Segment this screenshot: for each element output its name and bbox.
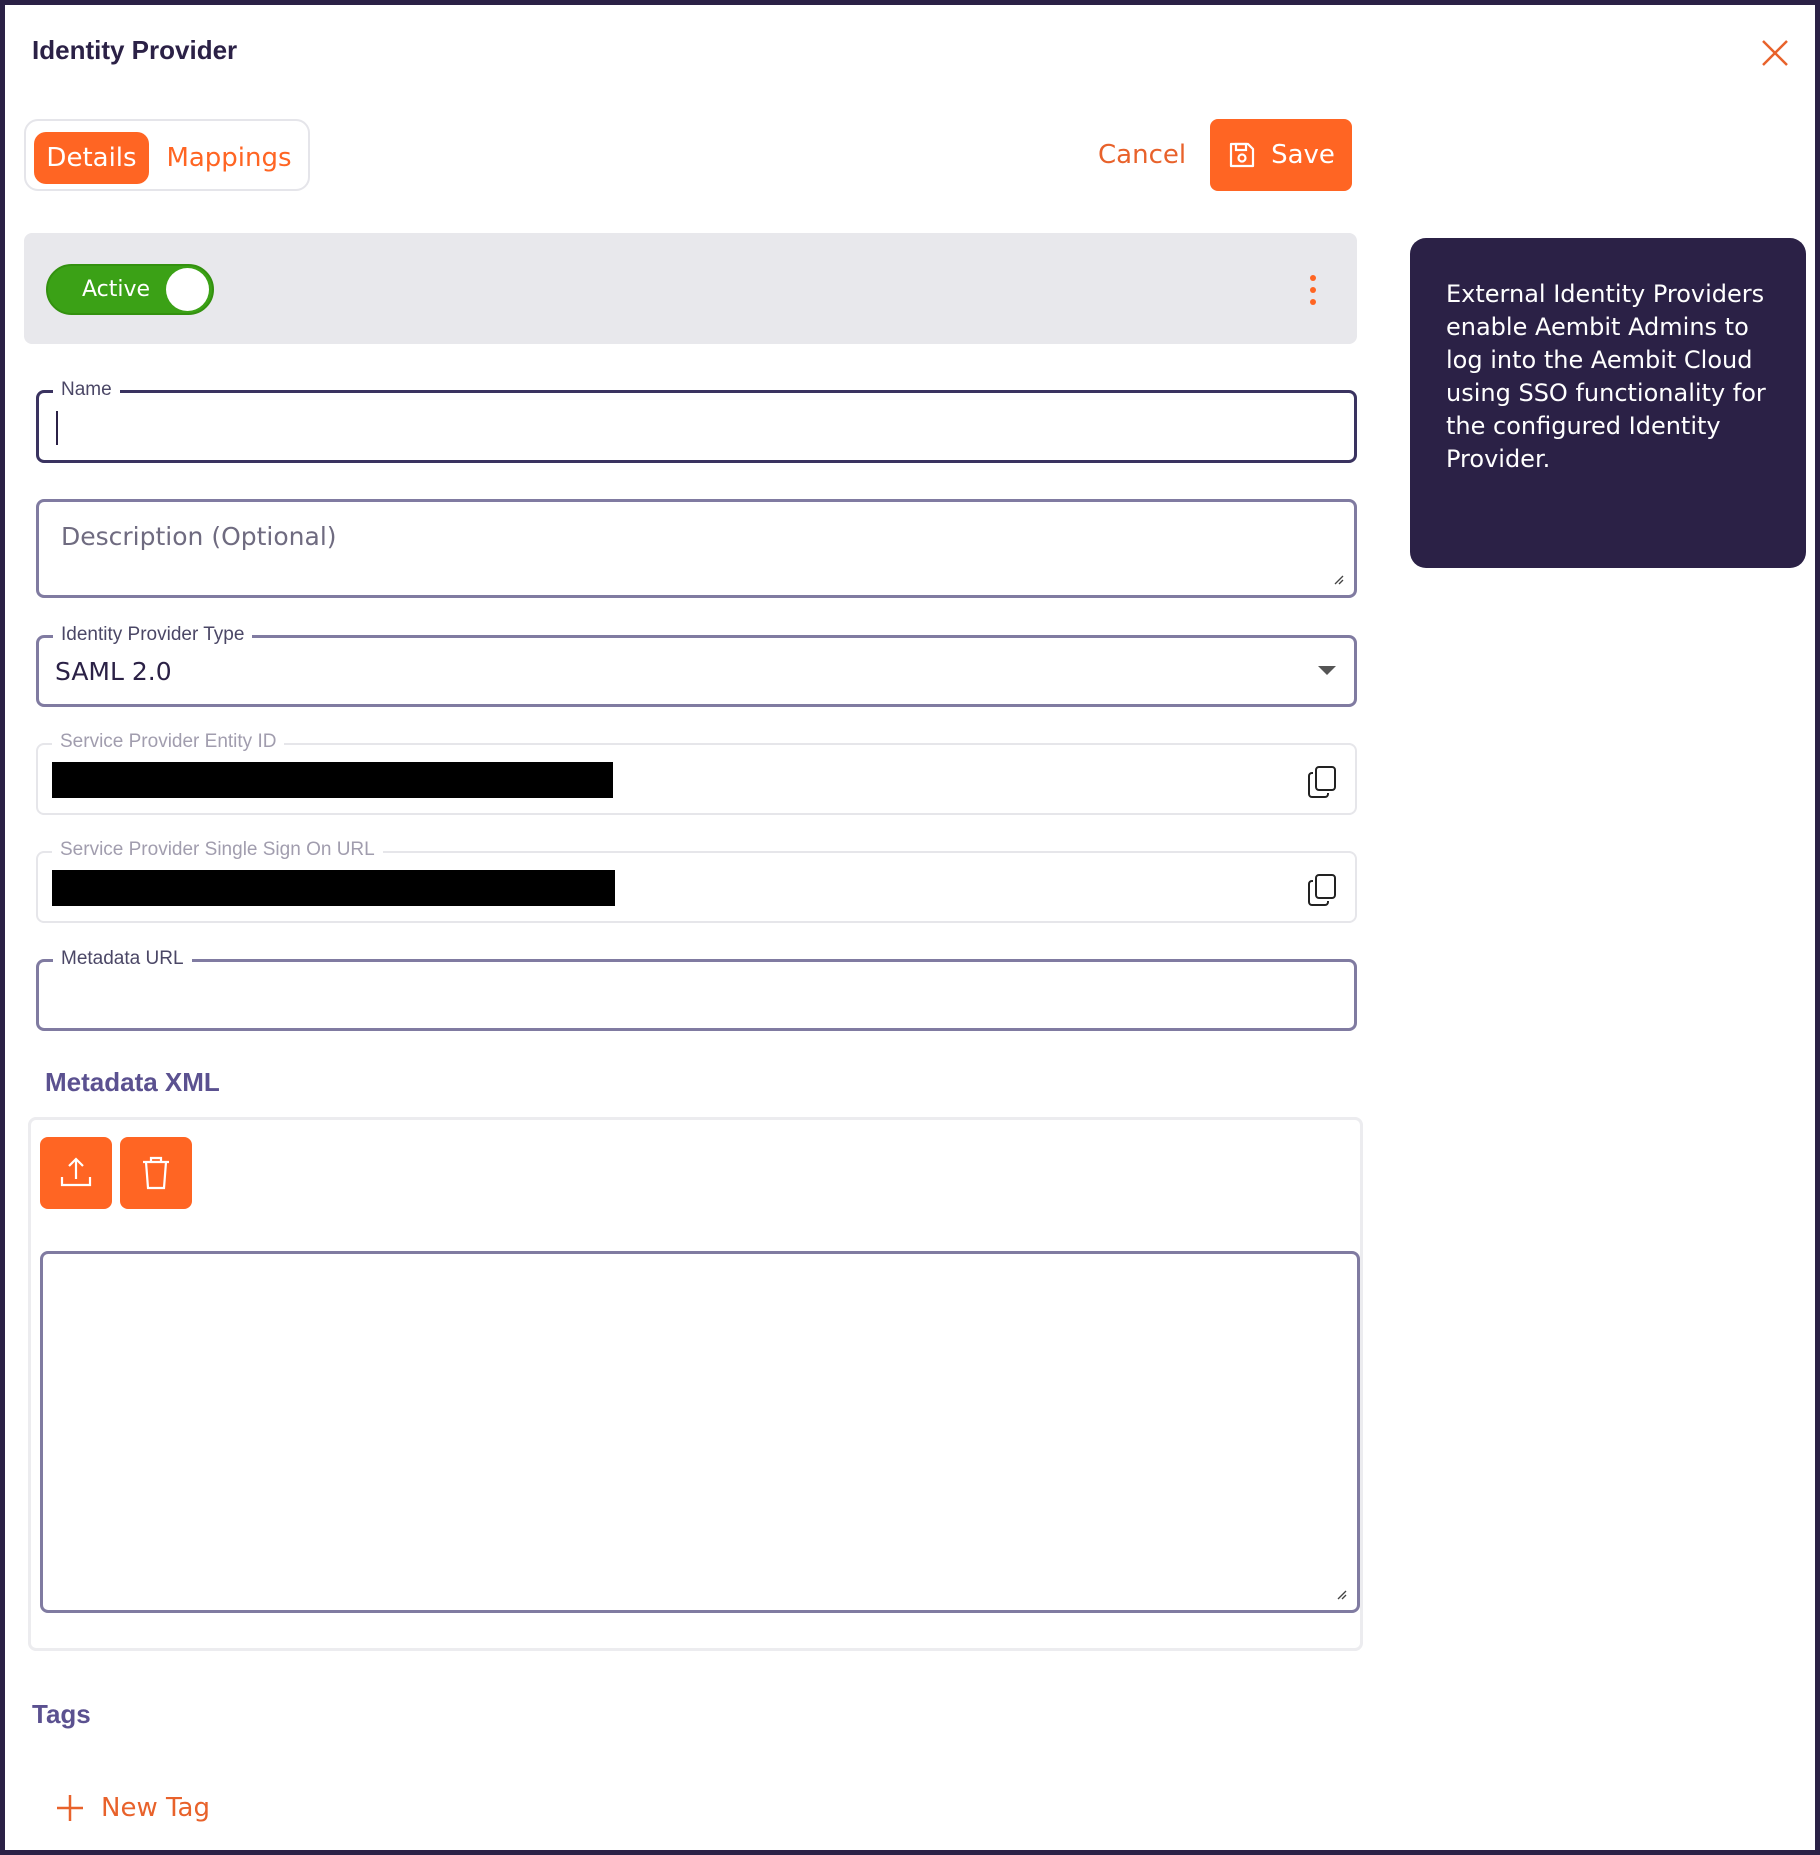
sp-sso-url-field: Service Provider Single Sign On URL	[36, 839, 1357, 923]
tab-group: Details Mappings	[24, 119, 310, 191]
metadata-xml-heading: Metadata XML	[45, 1067, 220, 1097]
tags-heading: Tags	[32, 1699, 91, 1729]
metadata-url-label: Metadata URL	[53, 948, 192, 970]
metadata-xml-textarea[interactable]	[40, 1251, 1360, 1613]
idp-type-value: SAML 2.0	[55, 657, 172, 686]
description-placeholder: Description (Optional)	[61, 522, 337, 551]
tab-mappings[interactable]: Mappings	[158, 132, 300, 184]
more-options-button[interactable]	[1303, 273, 1323, 307]
delete-button[interactable]	[120, 1137, 192, 1209]
save-button[interactable]: Save	[1210, 119, 1352, 191]
close-button[interactable]	[1755, 33, 1795, 73]
name-field-label: Name	[53, 379, 120, 401]
description-field[interactable]: Description (Optional)	[36, 499, 1357, 598]
resize-handle-icon[interactable]	[1335, 1588, 1347, 1600]
copy-icon[interactable]	[1307, 765, 1339, 799]
chevron-down-icon[interactable]	[1318, 666, 1336, 675]
save-icon	[1229, 142, 1255, 168]
sp-sso-url-label: Service Provider Single Sign On URL	[52, 839, 383, 861]
new-tag-label: New Tag	[101, 1793, 210, 1823]
active-toggle[interactable]: Active	[46, 264, 214, 315]
plus-icon	[57, 1795, 83, 1821]
name-field[interactable]: Name	[36, 379, 1357, 463]
active-toggle-label: Active	[82, 277, 151, 302]
text-caret	[56, 411, 58, 445]
toggle-knob	[166, 268, 209, 311]
trash-icon	[143, 1156, 169, 1190]
close-icon	[1762, 40, 1788, 66]
resize-handle-icon[interactable]	[1332, 573, 1344, 585]
idp-type-label: Identity Provider Type	[53, 624, 253, 646]
kebab-menu-icon	[1310, 275, 1316, 305]
save-button-label: Save	[1271, 140, 1335, 170]
copy-icon[interactable]	[1307, 873, 1339, 907]
redacted-value	[52, 870, 615, 906]
info-panel: External Identity Providers enable Aembi…	[1410, 238, 1806, 568]
cancel-button[interactable]: Cancel	[1098, 140, 1186, 170]
info-text: External Identity Providers enable Aembi…	[1446, 280, 1766, 473]
identity-provider-type-select[interactable]: Identity Provider Type SAML 2.0	[36, 624, 1357, 707]
dialog-title: Identity Provider	[32, 35, 238, 65]
sp-entity-id-field: Service Provider Entity ID	[36, 731, 1357, 815]
upload-button[interactable]	[40, 1137, 112, 1209]
tab-details[interactable]: Details	[34, 132, 149, 184]
upload-icon	[60, 1157, 92, 1187]
redacted-value	[52, 762, 613, 798]
new-tag-button[interactable]: New Tag	[55, 1793, 210, 1823]
sp-entity-id-label: Service Provider Entity ID	[52, 731, 285, 753]
metadata-url-field[interactable]: Metadata URL	[36, 948, 1357, 1031]
metadata-xml-panel	[28, 1117, 1363, 1651]
status-bar	[24, 233, 1357, 344]
identity-provider-dialog: Identity Provider Details Mappings Cance…	[5, 5, 1815, 1850]
